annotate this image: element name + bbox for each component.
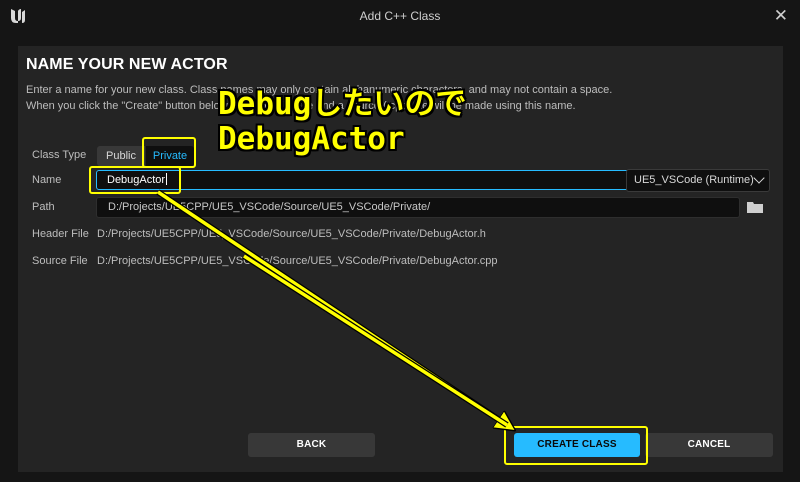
- annotation-line-1: Debugしたいので: [218, 86, 467, 122]
- annotation-arrows: [156, 189, 800, 482]
- annotation-line-2: DebugActor: [218, 121, 405, 157]
